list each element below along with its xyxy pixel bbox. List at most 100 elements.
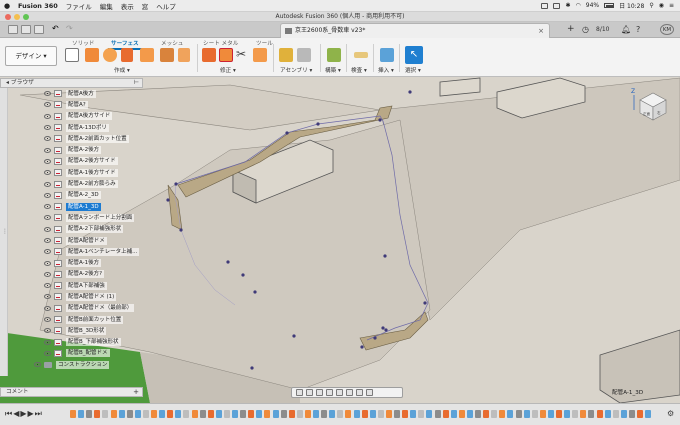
tree-item[interactable]: 配管A-1後方サイド — [38, 167, 146, 178]
visibility-eye-icon[interactable] — [44, 125, 51, 131]
timeline-feature-icon[interactable] — [556, 410, 562, 418]
visibility-eye-icon[interactable] — [44, 249, 51, 255]
timeline-feature-icon[interactable] — [612, 410, 619, 418]
timeline-feature-icon[interactable] — [345, 410, 352, 418]
timeline-feature-icon[interactable] — [126, 410, 133, 418]
timeline-feature-icon[interactable] — [572, 410, 579, 418]
tree-item[interactable]: 配管A下部補強 — [38, 280, 146, 291]
timeline-feature-icon[interactable] — [564, 410, 571, 418]
timeline-track[interactable] — [70, 408, 660, 422]
timeline-feature-icon[interactable] — [450, 410, 457, 418]
sketch-point[interactable] — [383, 254, 387, 258]
visibility-eye-icon[interactable] — [44, 192, 51, 198]
timeline-feature-icon[interactable] — [329, 410, 336, 418]
timeline-feature-icon[interactable] — [458, 410, 465, 418]
timeline-feature-icon[interactable] — [296, 410, 303, 418]
tree-item[interactable]: 配管A-2後方? — [38, 269, 146, 280]
timeline-feature-icon[interactable] — [620, 410, 627, 418]
sketch-point[interactable] — [241, 273, 245, 277]
comments-panel[interactable]: コメント + — [0, 387, 143, 397]
tree-item[interactable]: 配管A後方 — [38, 88, 146, 99]
sketch-point[interactable] — [378, 118, 382, 122]
tree-item[interactable]: 配管A-2前方膨らみ — [38, 178, 146, 189]
tree-item[interactable]: 配管A-13Dポリ — [38, 122, 146, 133]
tree-item[interactable]: 配管B_配管ドメ — [38, 348, 146, 359]
timeline-feature-icon[interactable] — [78, 410, 85, 418]
timeline-feature-icon[interactable] — [385, 410, 392, 418]
tree-item[interactable]: 配管A-2_3D — [38, 190, 146, 201]
timeline-feature-icon[interactable] — [248, 410, 255, 418]
timeline-feature-icon[interactable] — [313, 410, 319, 418]
timeline-feature-icon[interactable] — [70, 410, 76, 418]
timeline-feature-icon[interactable] — [483, 410, 490, 418]
tree-item[interactable]: 配管A-1ベンチレータ上補... — [38, 246, 146, 257]
timeline-feature-icon[interactable] — [102, 410, 109, 418]
timeline-feature-icon[interactable] — [442, 410, 449, 418]
timeline-feature-icon[interactable] — [288, 410, 295, 418]
drag-handle-icon[interactable]: ⋮ — [2, 228, 8, 235]
timeline-feature-icon[interactable] — [142, 410, 149, 418]
tree-item[interactable]: 配管A-2後方サイド — [38, 156, 146, 167]
timeline-feature-icon[interactable] — [402, 410, 409, 418]
sketch-point[interactable] — [316, 122, 320, 126]
timeline-feature-icon[interactable] — [151, 410, 157, 418]
sketch-point[interactable] — [226, 260, 230, 264]
timeline-feature-icon[interactable] — [199, 410, 206, 418]
timeline-feature-icon[interactable] — [377, 410, 384, 418]
timeline-feature-icon[interactable] — [361, 410, 368, 418]
timeline-feature-icon[interactable] — [118, 410, 125, 418]
sketch-point[interactable] — [381, 326, 385, 330]
timeline-feature-icon[interactable] — [645, 410, 652, 418]
browser-pin-icon[interactable]: ⊢ — [134, 79, 139, 87]
timeline-feature-icon[interactable] — [466, 410, 473, 418]
timeline-feature-icon[interactable] — [94, 410, 101, 418]
visibility-eye-icon[interactable] — [34, 362, 41, 368]
timeline-feature-icon[interactable] — [426, 410, 433, 418]
visibility-eye-icon[interactable] — [44, 238, 51, 243]
timeline-feature-icon[interactable] — [264, 410, 271, 418]
timeline-feature-icon[interactable] — [183, 410, 190, 418]
timeline-feature-icon[interactable] — [394, 410, 400, 418]
tree-item[interactable]: 配管A後方サイド — [38, 111, 146, 122]
timeline-feature-icon[interactable] — [272, 410, 279, 418]
timeline-feature-icon[interactable] — [604, 410, 611, 418]
timeline-settings-icon[interactable]: ⚙ — [667, 409, 674, 418]
visibility-eye-icon[interactable] — [44, 271, 51, 277]
sketch-point[interactable] — [423, 301, 427, 305]
sketch-point[interactable] — [360, 345, 364, 349]
timeline-feature-icon[interactable] — [637, 410, 643, 418]
visibility-eye-icon[interactable] — [44, 91, 51, 97]
tree-item[interactable]: 配管A-2後方 — [38, 144, 146, 155]
timeline-feature-icon[interactable] — [369, 410, 376, 418]
visibility-eye-icon[interactable] — [44, 136, 51, 142]
fit-icon[interactable] — [336, 389, 343, 396]
timeline-playback-controls[interactable]: ⏮◀▶▶⏭ — [5, 409, 43, 419]
visibility-eye-icon[interactable] — [44, 283, 51, 289]
visibility-eye-icon[interactable] — [44, 260, 51, 266]
timeline-feature-icon[interactable] — [304, 410, 311, 418]
timeline-feature-icon[interactable] — [159, 410, 166, 418]
visibility-eye-icon[interactable] — [44, 181, 51, 187]
visibility-eye-icon[interactable] — [44, 305, 51, 311]
visibility-eye-icon[interactable] — [44, 294, 51, 300]
sketch-point[interactable] — [408, 90, 412, 94]
timeline-feature-icon[interactable] — [240, 410, 247, 418]
timeline-feature-icon[interactable] — [110, 410, 117, 418]
visibility-eye-icon[interactable] — [44, 102, 51, 108]
timeline-feature-icon[interactable] — [256, 410, 263, 418]
timeline-feature-icon[interactable] — [475, 410, 481, 418]
visibility-eye-icon[interactable] — [44, 317, 51, 323]
timeline-feature-icon[interactable] — [86, 410, 93, 418]
tree-item-selected[interactable]: 配管A-1_3D — [38, 201, 146, 212]
timeline-feature-icon[interactable] — [628, 410, 635, 418]
visibility-eye-icon[interactable] — [44, 350, 51, 356]
timeline-feature-icon[interactable] — [515, 410, 522, 418]
orbit-icon[interactable] — [296, 389, 303, 396]
add-comment-icon[interactable]: + — [133, 388, 139, 396]
browser-panel-header[interactable]: ◂ ブラウザ ⊢ — [0, 78, 143, 88]
display-settings-icon[interactable] — [346, 389, 353, 396]
grid-settings-icon[interactable] — [356, 389, 363, 396]
timeline-feature-icon[interactable] — [337, 410, 344, 418]
sketch-point[interactable] — [179, 228, 183, 232]
timeline-feature-icon[interactable] — [531, 410, 538, 418]
